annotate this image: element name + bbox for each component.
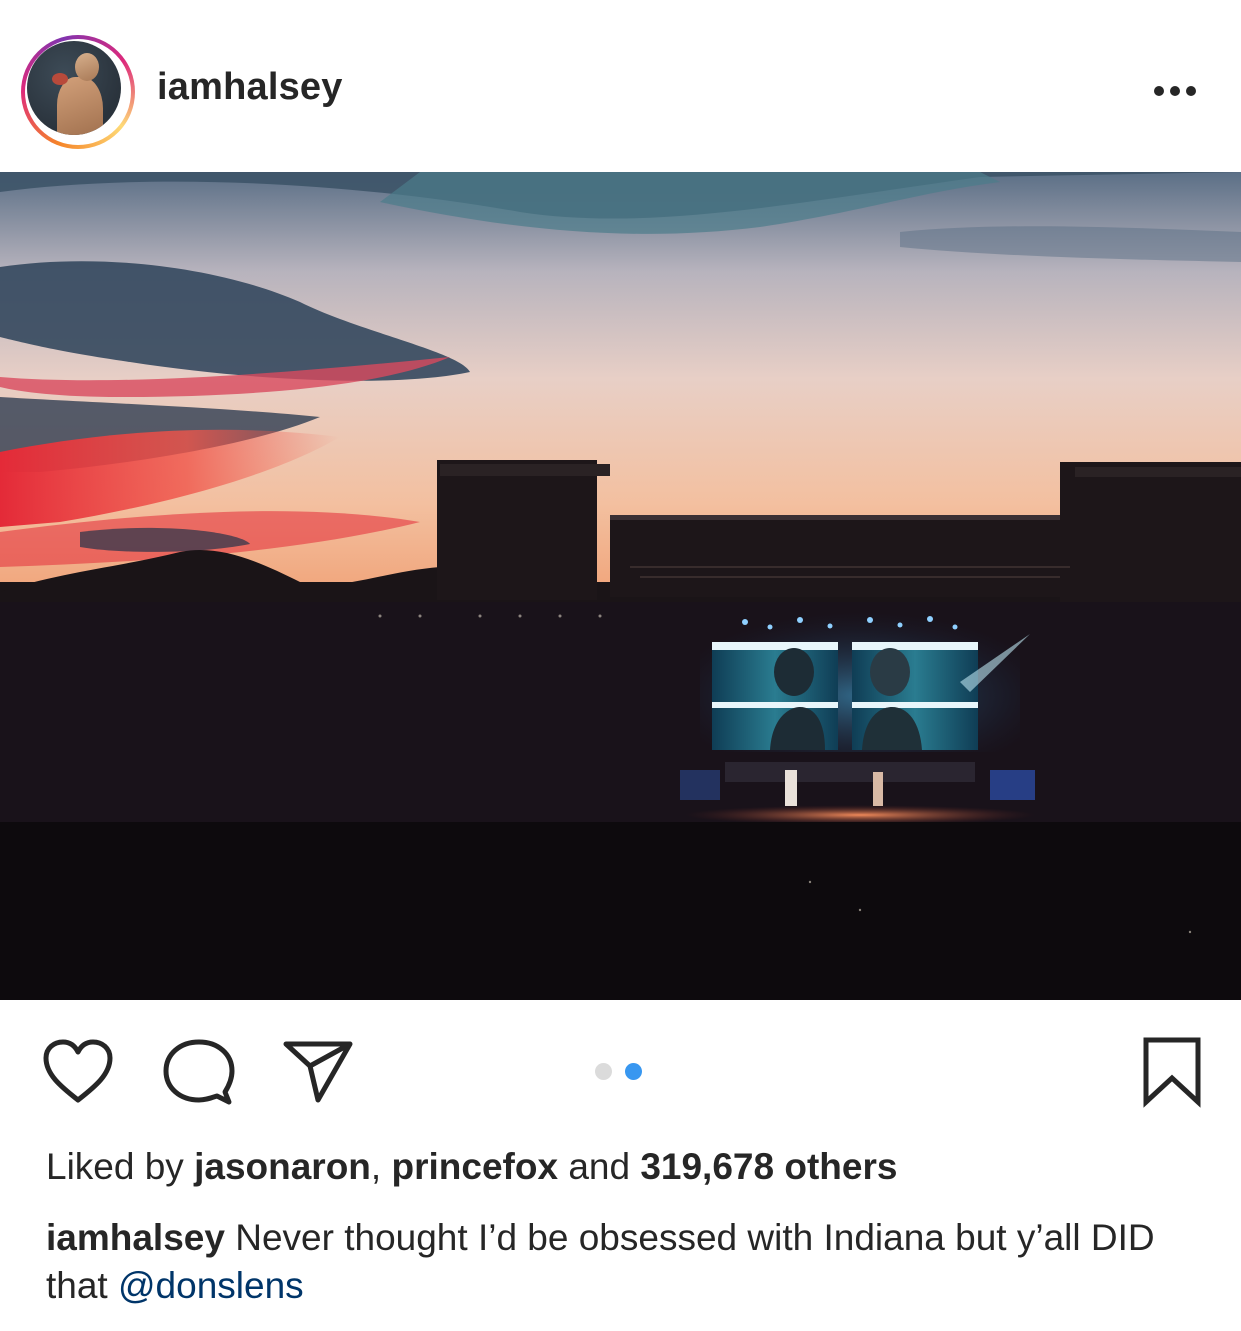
carousel-dot xyxy=(595,1063,612,1080)
post-caption: iamhalsey Never thought I’d be obsessed … xyxy=(46,1214,1206,1310)
story-ring[interactable] xyxy=(21,35,135,149)
likes-conjunction: and xyxy=(568,1146,631,1187)
carousel-dot-active xyxy=(625,1063,642,1080)
likes-separator: , xyxy=(370,1146,382,1187)
likes-summary: Liked by jasonaron, princefox and 319,67… xyxy=(46,1146,897,1188)
caption-mention[interactable]: @donslens xyxy=(118,1265,304,1306)
likes-count[interactable]: 319,678 others xyxy=(640,1146,897,1187)
carousel-indicator xyxy=(595,1063,655,1081)
post-photo[interactable] xyxy=(0,172,1241,1000)
heart-icon[interactable] xyxy=(40,1038,116,1106)
comment-icon[interactable] xyxy=(163,1038,235,1106)
liker-username[interactable]: princefox xyxy=(391,1146,558,1187)
avatar[interactable] xyxy=(27,41,121,135)
send-icon[interactable] xyxy=(282,1040,354,1104)
bookmark-icon[interactable] xyxy=(1142,1036,1202,1108)
more-horizontal-icon[interactable] xyxy=(1150,76,1200,106)
caption-username[interactable]: iamhalsey xyxy=(46,1217,225,1258)
post-username[interactable]: iamhalsey xyxy=(157,66,343,109)
post-header: iamhalsey xyxy=(0,0,1241,172)
likes-prefix: Liked by xyxy=(46,1146,184,1187)
post-actions xyxy=(0,1000,1241,1130)
liker-username[interactable]: jasonaron xyxy=(194,1146,371,1187)
